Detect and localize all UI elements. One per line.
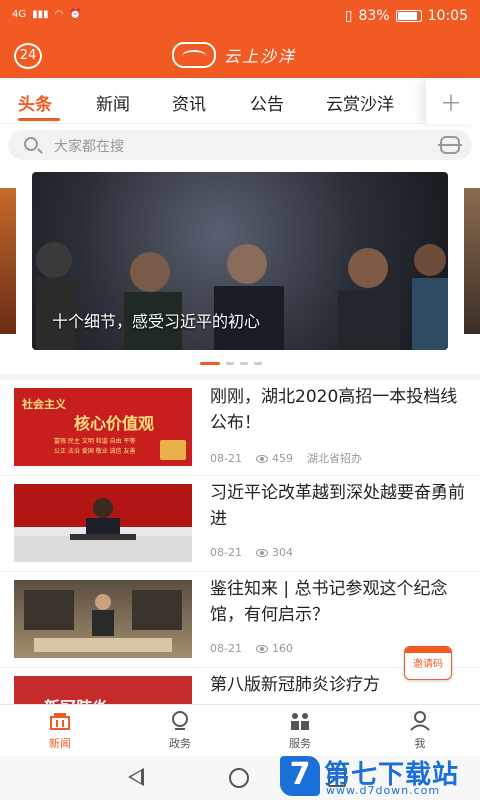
- banner-carousel: 十个细节，感受习近平的初心: [0, 170, 480, 380]
- watermark-logo-icon: 7: [280, 756, 320, 796]
- news-date: 08-21: [210, 642, 242, 655]
- news-meta: 08-21 304: [210, 546, 293, 559]
- search-icon: [24, 137, 38, 151]
- status-bar: 4G ▮▮▮ ◠ ⏰ ▯ 83% 10:05: [0, 0, 480, 34]
- news-views: 304: [255, 546, 293, 559]
- view-count: 160: [271, 642, 293, 655]
- category-tabs: 头条 新闻 资讯 公告 云赏沙洋 ＋: [0, 78, 480, 124]
- back-icon[interactable]: [128, 768, 144, 786]
- thumb-photo: [24, 590, 182, 652]
- eye-icon: [255, 549, 268, 557]
- status-left: 4G ▮▮▮ ◠ ⏰: [12, 9, 82, 20]
- carousel-next-slide[interactable]: [464, 188, 480, 334]
- news-views: 160: [255, 642, 293, 655]
- nav-government[interactable]: 政务: [140, 711, 220, 751]
- news-item[interactable]: 社会主义 核心价值观 富强 民主 文明 和谐 自由 平等 公正 法治 爱国 敬业…: [0, 380, 480, 476]
- carousel-slide[interactable]: 十个细节，感受习近平的初心: [32, 172, 448, 350]
- news-title: 鉴往知来 | 总书记参观这个纪念馆，有何启示？: [210, 579, 448, 625]
- nav-label: 我: [414, 737, 426, 750]
- government-icon: [169, 711, 191, 731]
- search-placeholder: 大家都在搜: [54, 139, 124, 155]
- news-title: 习近平论改革越到深处越要奋勇前进: [210, 483, 465, 529]
- thumb-emblem-icon: [160, 440, 186, 460]
- nav-label: 政务: [169, 737, 191, 750]
- clock: 10:05: [427, 8, 468, 24]
- news-thumbnail: [14, 484, 192, 562]
- news-meta: 08-21 160: [210, 642, 293, 655]
- tab-headline[interactable]: 头条: [18, 90, 52, 115]
- logo-text: 云上沙洋: [224, 47, 297, 66]
- carousel-prev-slide[interactable]: [0, 188, 16, 334]
- view-count: 304: [271, 546, 293, 559]
- thumb-text-2: 核心价值观: [74, 414, 155, 433]
- news-title: 刚刚，湖北2020高招一本投档线公布！: [210, 387, 458, 433]
- eye-icon: [255, 645, 268, 653]
- logo-cloud-icon: [172, 42, 216, 68]
- scan-icon[interactable]: [438, 136, 462, 154]
- message-count-button[interactable]: 24: [14, 43, 42, 69]
- battery-icon: [395, 10, 422, 22]
- vibrate-icon: ▯: [344, 8, 353, 24]
- view-count: 459: [271, 451, 293, 465]
- slide-caption: 十个细节，感受习近平的初心: [52, 312, 261, 331]
- news-date: 08-21: [210, 546, 242, 559]
- nav-label: 新闻: [49, 737, 71, 750]
- app-logo: 云上沙洋: [172, 42, 296, 68]
- news-thumbnail: [14, 580, 192, 658]
- app-bar: 24 云上沙洋: [0, 34, 480, 78]
- nav-service[interactable]: 服务: [260, 711, 340, 751]
- carousel-dot: [226, 362, 234, 365]
- tab-yunshang-shayang[interactable]: 云赏沙洋: [326, 90, 394, 115]
- eye-icon: [255, 454, 268, 463]
- bottom-nav: 新闻 政务 服务 我: [0, 704, 480, 756]
- home-icon[interactable]: [229, 768, 249, 788]
- search-bar[interactable]: 大家都在搜: [8, 130, 472, 160]
- service-icon: [289, 711, 311, 731]
- carousel-dot: [200, 362, 220, 365]
- network-indicator: 4G: [12, 9, 27, 20]
- status-right: ▯ 83% 10:05: [345, 8, 468, 24]
- thumb-text-3: 富强 民主 文明 和谐 自由 平等: [54, 438, 136, 445]
- carousel-dot: [254, 362, 262, 365]
- nav-label: 服务: [289, 737, 311, 750]
- news-date: 08-21: [210, 451, 242, 465]
- watermark: 7 第七下载站 www.d7down.com: [280, 752, 480, 800]
- wifi-icon: ◠: [54, 9, 64, 20]
- carousel-indicator: [200, 362, 262, 365]
- invite-code-button[interactable]: 邀请码: [404, 646, 452, 680]
- thumb-text-1: 社会主义: [22, 398, 66, 411]
- tab-notice[interactable]: 公告: [250, 90, 284, 115]
- profile-icon: [409, 711, 431, 731]
- active-tab-indicator: [18, 118, 60, 121]
- tab-info[interactable]: 资讯: [172, 90, 206, 115]
- news-icon: [49, 711, 71, 731]
- thumb-photo: [14, 498, 192, 562]
- plus-icon[interactable]: ＋: [426, 78, 480, 124]
- carousel-dot: [240, 362, 248, 365]
- news-thumbnail: 新冠肺炎: [14, 676, 192, 704]
- thumb-text-4: 公正 法治 爱国 敬业 诚信 友善: [54, 448, 136, 455]
- battery-percent: 83%: [358, 8, 390, 24]
- news-thumbnail: 社会主义 核心价值观 富强 民主 文明 和谐 自由 平等 公正 法治 爱国 敬业…: [14, 388, 192, 466]
- thumb-text-1: 新冠肺炎: [44, 694, 108, 704]
- nav-news[interactable]: 新闻: [20, 711, 100, 751]
- news-views: 459: [255, 451, 293, 465]
- news-source: 湖北省招办: [306, 452, 362, 465]
- news-meta: 08-21 459 湖北省招办: [210, 450, 362, 466]
- watermark-url: www.d7down.com: [326, 784, 441, 797]
- tab-news[interactable]: 新闻: [96, 90, 130, 115]
- alarm-icon: ⏰: [69, 9, 82, 20]
- nav-profile[interactable]: 我: [380, 711, 460, 751]
- news-item[interactable]: 习近平论改革越到深处越要奋勇前进 08-21 304: [0, 476, 480, 572]
- signal-icon: ▮▮▮: [32, 9, 49, 20]
